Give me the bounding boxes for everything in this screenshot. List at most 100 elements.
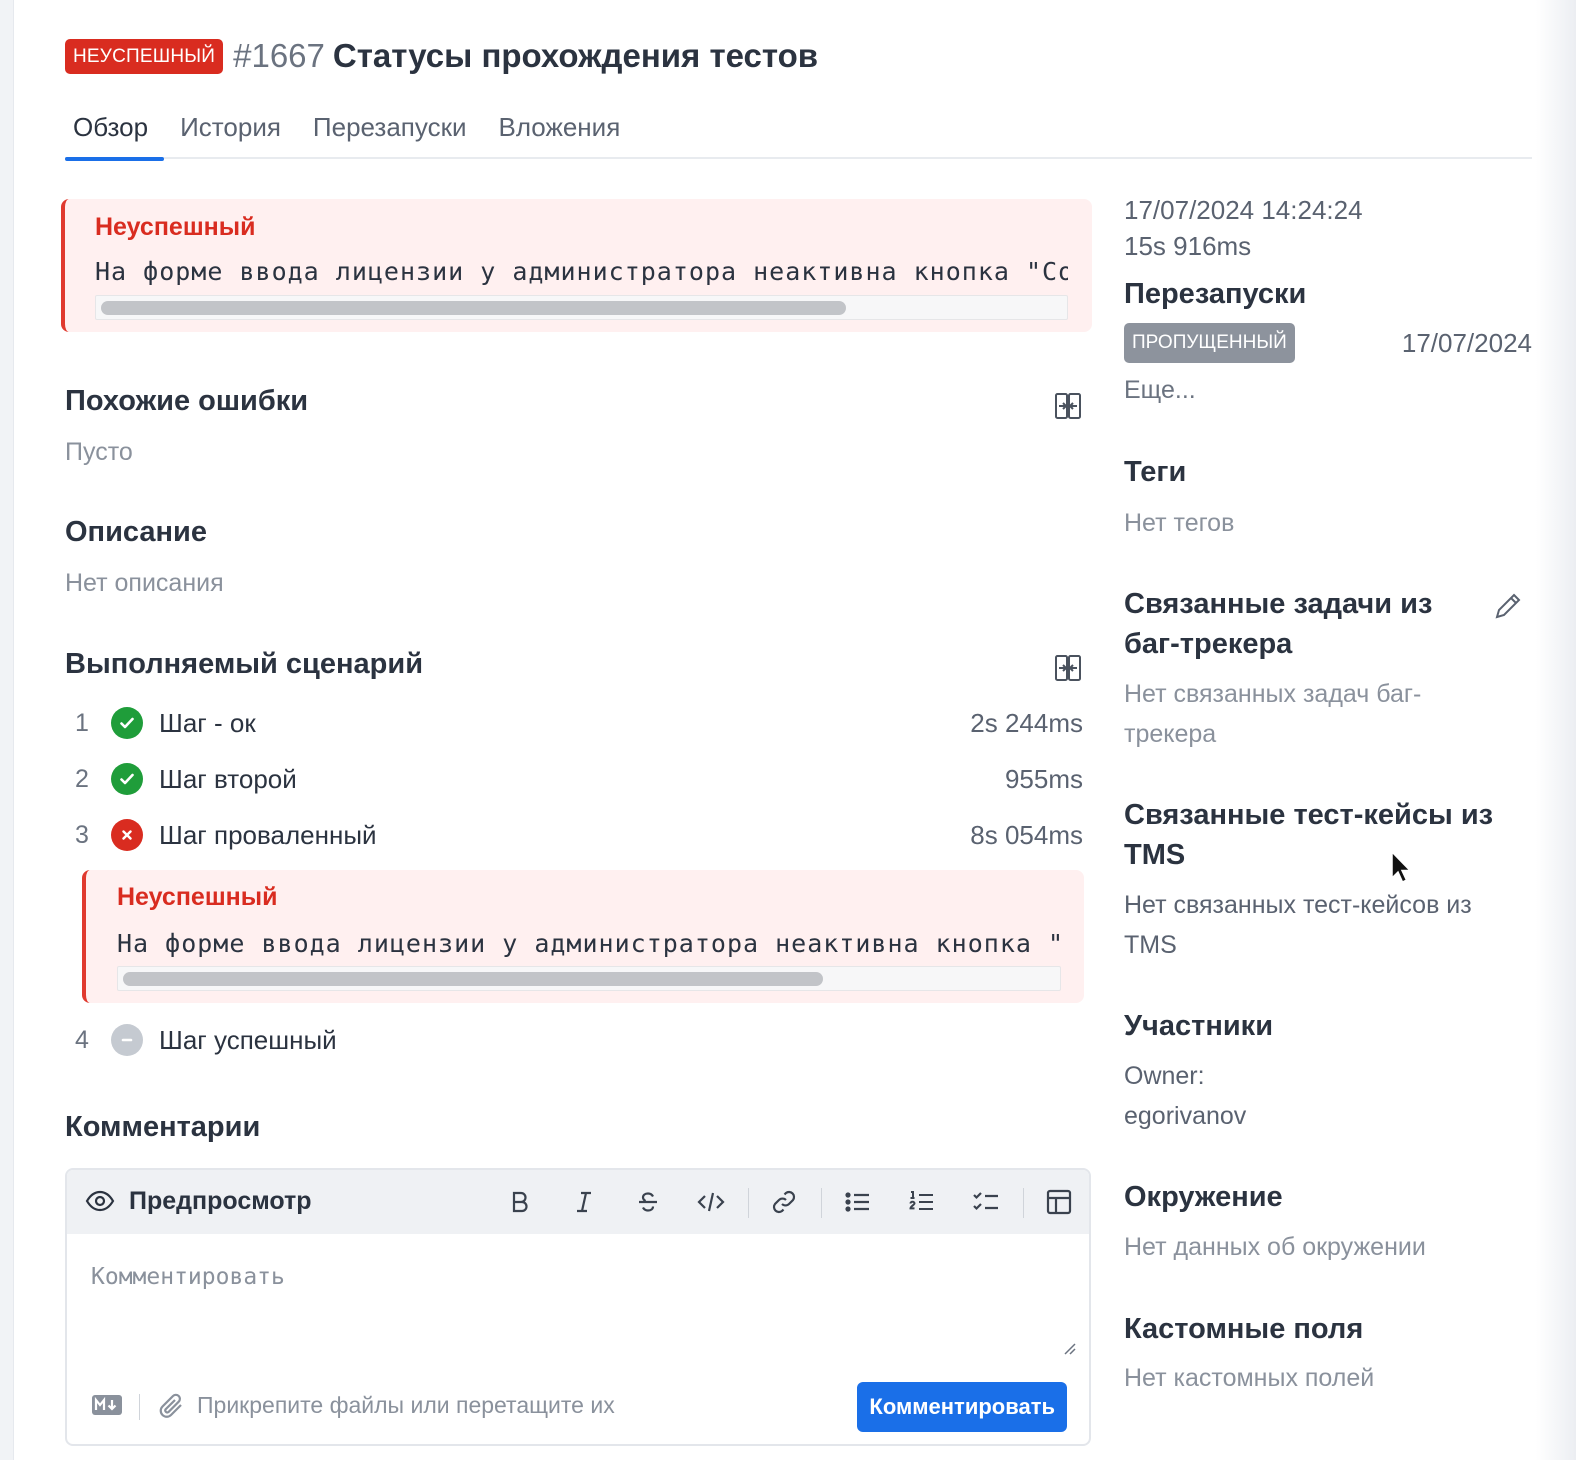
bugtracker-value-line2: трекера — [1124, 720, 1217, 748]
step-error-title: Неуспешный — [117, 883, 278, 911]
description-value: Нет описания — [65, 569, 224, 597]
checklist-icon[interactable] — [968, 1184, 1004, 1220]
page-title: Статусы прохождения тестов — [332, 37, 819, 74]
tags-value: Нет тегов — [1124, 509, 1235, 537]
check-circle-icon — [111, 707, 143, 739]
pencil-icon[interactable] — [1492, 590, 1524, 627]
scrollbar-thumb[interactable] — [101, 301, 846, 315]
tms-title-line2: TMS — [1124, 839, 1186, 871]
paperclip-icon[interactable] — [157, 1392, 187, 1427]
comment-editor: Предпросмотр Комментировать Прикрепите ф… — [65, 1168, 1091, 1446]
preview-toggle[interactable]: Предпросмотр — [85, 1186, 312, 1216]
participants-title: Участники — [1124, 1010, 1274, 1042]
description-title: Описание — [65, 516, 207, 548]
compare-icon[interactable] — [1051, 651, 1085, 685]
resize-handle-icon[interactable] — [1061, 1340, 1077, 1361]
check-circle-icon — [111, 763, 143, 795]
step-duration: 8s 054ms — [970, 819, 1083, 850]
step-name: Шаг проваленный — [159, 819, 377, 850]
mouse-cursor-icon — [1390, 850, 1414, 891]
similar-errors-value: Пусто — [65, 438, 133, 466]
step-number: 1 — [75, 708, 89, 737]
rerun-date: 17/07/2024 — [1401, 327, 1532, 358]
x-circle-icon — [111, 819, 143, 851]
left-edge — [0, 0, 14, 1460]
similar-errors-title: Похожие ошибки — [65, 385, 309, 417]
toolbar-divider — [748, 1188, 749, 1218]
bullet-list-icon[interactable] — [840, 1184, 876, 1220]
attach-hint[interactable]: Прикрепите файлы или перетащите их — [197, 1392, 615, 1419]
step-name: Шаг второй — [159, 763, 297, 794]
tms-value-line2: TMS — [1124, 931, 1177, 959]
step-name: Шаг успешный — [159, 1024, 337, 1055]
tab-bar: Обзор История Перезапуски Вложения — [65, 100, 1532, 161]
bugtracker-title-line1: Связанные задачи из — [1124, 588, 1433, 620]
step-name: Шаг - ок — [159, 707, 256, 738]
rerun-item[interactable]: ПРОПУЩЕННЫЙ 17/07/2024 — [1124, 323, 1532, 363]
step-error-box: Неуспешный На форме ввода лицензии у адм… — [82, 870, 1084, 1003]
numbered-list-icon[interactable] — [904, 1184, 940, 1220]
tab-overview[interactable]: Обзор — [65, 100, 165, 161]
step-duration: 955ms — [1004, 763, 1083, 794]
step-duration: 2s 244ms — [970, 707, 1083, 738]
step-row[interactable]: 4 Шаг успешный — [65, 1020, 1083, 1060]
tms-section: Связанные тест-кейсы из TMS Нет связанны… — [1124, 795, 1493, 965]
code-icon[interactable] — [693, 1184, 729, 1220]
toolbar-divider — [821, 1188, 822, 1218]
step-number: 2 — [75, 764, 89, 793]
bugtracker-section: Связанные задачи из баг-трекера Нет связ… — [1124, 584, 1432, 754]
step-number: 3 — [75, 820, 89, 849]
run-datetime: 17/07/2024 14:24:24 — [1124, 195, 1363, 225]
reruns-title: Перезапуски — [1124, 278, 1307, 310]
step-row[interactable]: 2 Шаг второй 955ms — [65, 759, 1083, 799]
owner-label: Owner: — [1124, 1062, 1205, 1090]
tags-title: Теги — [1124, 456, 1187, 488]
table-icon[interactable] — [1041, 1184, 1077, 1220]
step-error-message[interactable]: На форме ввода лицензии у администратора… — [117, 929, 1061, 958]
bold-icon[interactable] — [502, 1184, 538, 1220]
submit-comment-button[interactable]: Комментировать — [857, 1382, 1067, 1432]
error-box: Неуспешный На форме ввода лицензии у адм… — [61, 199, 1092, 332]
environment-title: Окружение — [1124, 1181, 1283, 1213]
preview-label: Предпросмотр — [129, 1186, 312, 1215]
compare-icon[interactable] — [1051, 389, 1085, 423]
toolbar-divider — [1023, 1188, 1024, 1218]
rerun-status-badge: ПРОПУЩЕННЫЙ — [1124, 323, 1295, 363]
scrollbar-thumb[interactable] — [123, 972, 823, 986]
tab-history[interactable]: История — [164, 100, 297, 159]
participants-section: Участники Owner: egorivanov — [1124, 1006, 1273, 1136]
custom-fields-value: Нет кастомных полей — [1124, 1364, 1375, 1392]
error-scrollbar[interactable] — [95, 295, 1068, 320]
tab-attachments[interactable]: Вложения — [482, 100, 636, 159]
comments-title: Комментарии — [65, 1111, 261, 1143]
bugtracker-title-line2: баг-трекера — [1124, 628, 1293, 660]
link-icon[interactable] — [766, 1184, 802, 1220]
step-row[interactable]: 3 Шаг проваленный 8s 054ms — [65, 815, 1083, 855]
strikethrough-icon[interactable] — [630, 1184, 666, 1220]
minus-circle-icon — [111, 1024, 143, 1056]
step-error-scrollbar[interactable] — [117, 966, 1061, 991]
tms-value-line1: Нет связанных тест-кейсов из — [1124, 891, 1472, 919]
reruns-more-link[interactable]: Еще... — [1124, 376, 1196, 405]
page-header: НЕУСПЕШНЫЙ #1667 Статусы прохождения тес… — [65, 36, 818, 76]
error-title: Неуспешный — [95, 213, 256, 241]
markdown-icon — [91, 1394, 123, 1421]
footer-divider — [139, 1394, 140, 1420]
bugtracker-value-line1: Нет связанных задач баг- — [1124, 680, 1422, 708]
step-number: 4 — [75, 1025, 89, 1054]
owner-name: egorivanov — [1124, 1102, 1247, 1130]
custom-fields-title: Кастомные поля — [1124, 1313, 1364, 1345]
tms-title-line1: Связанные тест-кейсы из — [1124, 799, 1494, 831]
editor-toolbar: Предпросмотр — [67, 1170, 1089, 1234]
eye-icon — [85, 1190, 115, 1212]
italic-icon[interactable] — [566, 1184, 602, 1220]
run-duration: 15s 916ms — [1124, 231, 1252, 261]
tab-reruns[interactable]: Перезапуски — [297, 100, 483, 159]
error-message[interactable]: На форме ввода лицензии у администратора… — [95, 257, 1068, 286]
scenario-title: Выполняемый сценарий — [65, 648, 424, 680]
test-id: #1667 — [233, 37, 325, 74]
status-badge: НЕУСПЕШНЫЙ — [65, 38, 224, 74]
step-row[interactable]: 1 Шаг - ок 2s 244ms — [65, 703, 1083, 743]
environment-value: Нет данных об окружении — [1124, 1233, 1426, 1261]
comment-input[interactable] — [91, 1264, 1051, 1344]
